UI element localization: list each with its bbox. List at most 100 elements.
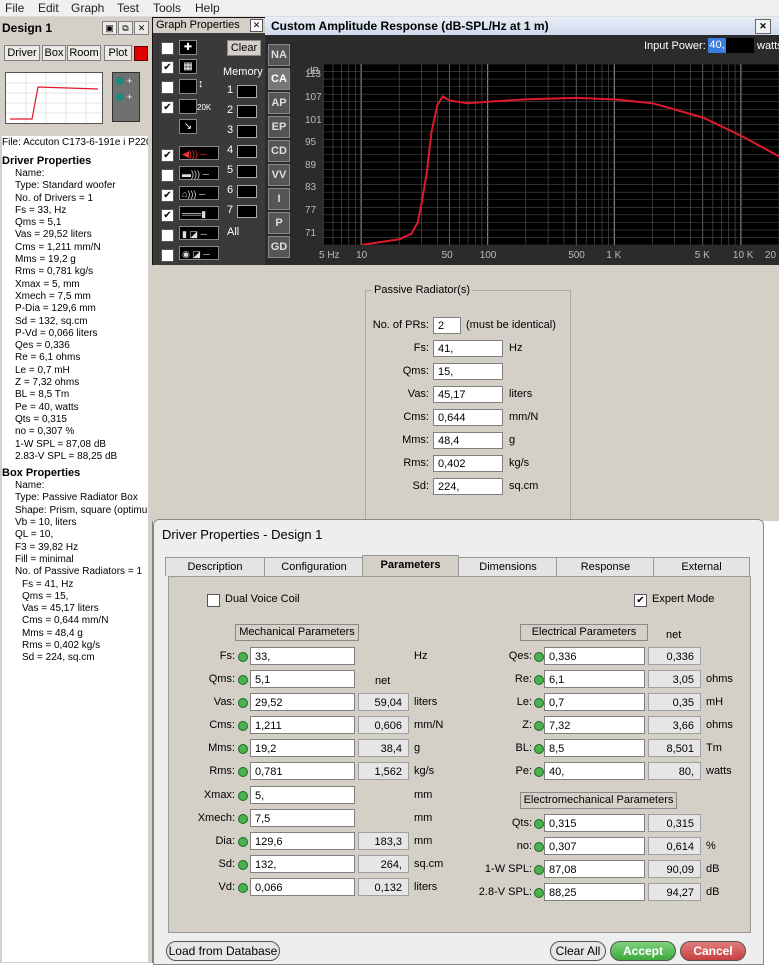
design-tab-room[interactable]: Room (67, 45, 101, 61)
menu-tools[interactable]: Tools (153, 1, 181, 15)
memory-slot-button[interactable] (237, 205, 257, 218)
pr-param-field[interactable]: 0,644 (433, 409, 503, 426)
mech-param-field[interactable]: 7,5 (250, 809, 355, 827)
elec-param-field[interactable]: 7,32 (544, 716, 645, 734)
menu-graph[interactable]: Graph (71, 1, 104, 15)
emech-param-field[interactable]: 0,307 (544, 837, 645, 855)
graph-type-tab[interactable]: CA (268, 68, 290, 90)
emech-param-field[interactable]: 88,25 (544, 883, 645, 901)
mech-param-field[interactable]: 19,2 (250, 739, 355, 757)
scale-icon[interactable] (179, 79, 197, 94)
checkbox-curve-4[interactable]: ✔ (161, 209, 174, 222)
close-icon[interactable]: ✕ (755, 19, 771, 34)
graph-type-tab[interactable]: P (268, 212, 290, 234)
pr-count-field[interactable]: 2 (433, 317, 461, 334)
mech-param-field[interactable]: 0,066 (250, 878, 355, 896)
clear-all-button[interactable]: Clear All (550, 941, 606, 961)
driver-box-icon[interactable]: + + (112, 72, 140, 122)
dual-voice-coil-checkbox[interactable] (207, 594, 220, 607)
save-icon[interactable]: ▣ (102, 21, 117, 35)
mech-param-field[interactable]: 132, (250, 855, 355, 873)
tab-parameters[interactable]: Parameters (362, 555, 459, 577)
elec-param-field[interactable]: 0,336 (544, 647, 645, 665)
checkbox-curve-2[interactable] (161, 169, 174, 182)
checkbox-scale[interactable] (161, 81, 174, 94)
input-power-field[interactable]: 40, (708, 38, 726, 53)
mech-param-field[interactable]: 129,6 (250, 832, 355, 850)
pr-param-field[interactable]: 15, (433, 363, 503, 380)
design-tab-plot[interactable]: Plot (104, 45, 132, 61)
mech-param-field[interactable]: 0,781 (250, 762, 355, 780)
graph-type-tab[interactable]: I (268, 188, 290, 210)
elec-param-field[interactable]: 0,7 (544, 693, 645, 711)
cancel-button[interactable]: Cancel (680, 941, 746, 961)
grid-icon[interactable]: ▦ (179, 59, 197, 74)
room-curve-icon[interactable]: ⌂))) ─ (179, 186, 219, 200)
checkbox-crosshair[interactable] (161, 42, 174, 55)
pr-param-field[interactable]: 45,17 (433, 386, 503, 403)
graph-type-tab[interactable]: AP (268, 92, 290, 114)
tab-external[interactable]: External (653, 557, 750, 576)
tab-configuration[interactable]: Configuration (264, 557, 364, 576)
graph-type-tab[interactable]: EP (268, 116, 290, 138)
mech-param-field[interactable]: 5, (250, 786, 355, 804)
memory-slot-button[interactable] (237, 125, 257, 138)
mech-param-field[interactable]: 5,1 (250, 670, 355, 688)
mech-param-field[interactable]: 33, (250, 647, 355, 665)
pr-param-field[interactable]: 0,402 (433, 455, 503, 472)
checkbox-grid[interactable]: ✔ (161, 61, 174, 74)
mech-param-label: Fs: (219, 650, 235, 662)
range-icon[interactable] (179, 99, 197, 114)
checkbox-20k[interactable]: ✔ (161, 101, 174, 114)
export-icon[interactable]: ↘ (179, 119, 197, 134)
checkbox-curve-6[interactable] (161, 249, 174, 262)
graph-type-tab[interactable]: VV (268, 164, 290, 186)
properties-list: File: Accuton C173-6-191e i P220 Driver … (2, 136, 148, 962)
graph-type-tab[interactable]: NA (268, 44, 290, 66)
mech-param-field[interactable]: 1,211 (250, 716, 355, 734)
phase-curve-icon[interactable]: ▮ ◪ ─ (179, 226, 219, 240)
close-icon[interactable]: ✕ (250, 19, 263, 32)
response-thumbnail[interactable] (5, 72, 103, 124)
port-curve-icon[interactable]: ▬))) ─ (179, 166, 219, 180)
checkbox-curve-5[interactable] (161, 229, 174, 242)
graph-type-tab[interactable]: GD (268, 236, 290, 258)
memory-slot-button[interactable] (237, 85, 257, 98)
tab-description[interactable]: Description (165, 557, 265, 576)
checkbox-curve-3[interactable]: ✔ (161, 189, 174, 202)
checkbox-curve-1[interactable]: ✔ (161, 149, 174, 162)
pr-param-field[interactable]: 48,4 (433, 432, 503, 449)
meter-curve-icon[interactable]: ═══▮ (179, 206, 219, 220)
memory-slot-button[interactable] (237, 145, 257, 158)
emech-param-field[interactable]: 0,315 (544, 814, 645, 832)
pr-param-field[interactable]: 41, (433, 340, 503, 357)
elec-param-field[interactable]: 6,1 (544, 670, 645, 688)
emech-param-field[interactable]: 87,08 (544, 860, 645, 878)
expert-mode-checkbox[interactable]: ✔ (634, 594, 647, 607)
load-from-database-button[interactable]: Load from Database (166, 941, 280, 961)
graph-type-tab[interactable]: CD (268, 140, 290, 162)
menu-edit[interactable]: Edit (38, 1, 59, 15)
memory-slot-button[interactable] (237, 185, 257, 198)
pr-param-field[interactable]: 224, (433, 478, 503, 495)
close-icon[interactable]: ✕ (134, 21, 149, 35)
memory-all-button[interactable]: All (227, 226, 239, 238)
menu-help[interactable]: Help (195, 1, 220, 15)
mech-param-field[interactable]: 29,52 (250, 693, 355, 711)
accept-button[interactable]: Accept (610, 941, 676, 961)
memory-slot-button[interactable] (237, 105, 257, 118)
tab-dimensions[interactable]: Dimensions (458, 557, 558, 576)
copy-icon[interactable]: ⧉ (118, 21, 133, 35)
delay-curve-icon[interactable]: ◉ ◪ ─ (179, 246, 219, 260)
speaker-curve-icon[interactable]: ◀))) ─ (179, 146, 219, 160)
tab-response[interactable]: Response (556, 557, 655, 576)
design-tab-driver[interactable]: Driver (4, 45, 40, 61)
crosshair-icon[interactable]: ✚ (179, 40, 197, 55)
memory-slot-button[interactable] (237, 165, 257, 178)
elec-param-field[interactable]: 8,5 (544, 739, 645, 757)
menu-test[interactable]: Test (117, 1, 139, 15)
menu-file[interactable]: File (5, 1, 24, 15)
design-tab-box[interactable]: Box (42, 45, 66, 61)
clear-button[interactable]: Clear (227, 40, 261, 56)
elec-param-field[interactable]: 40, (544, 762, 645, 780)
